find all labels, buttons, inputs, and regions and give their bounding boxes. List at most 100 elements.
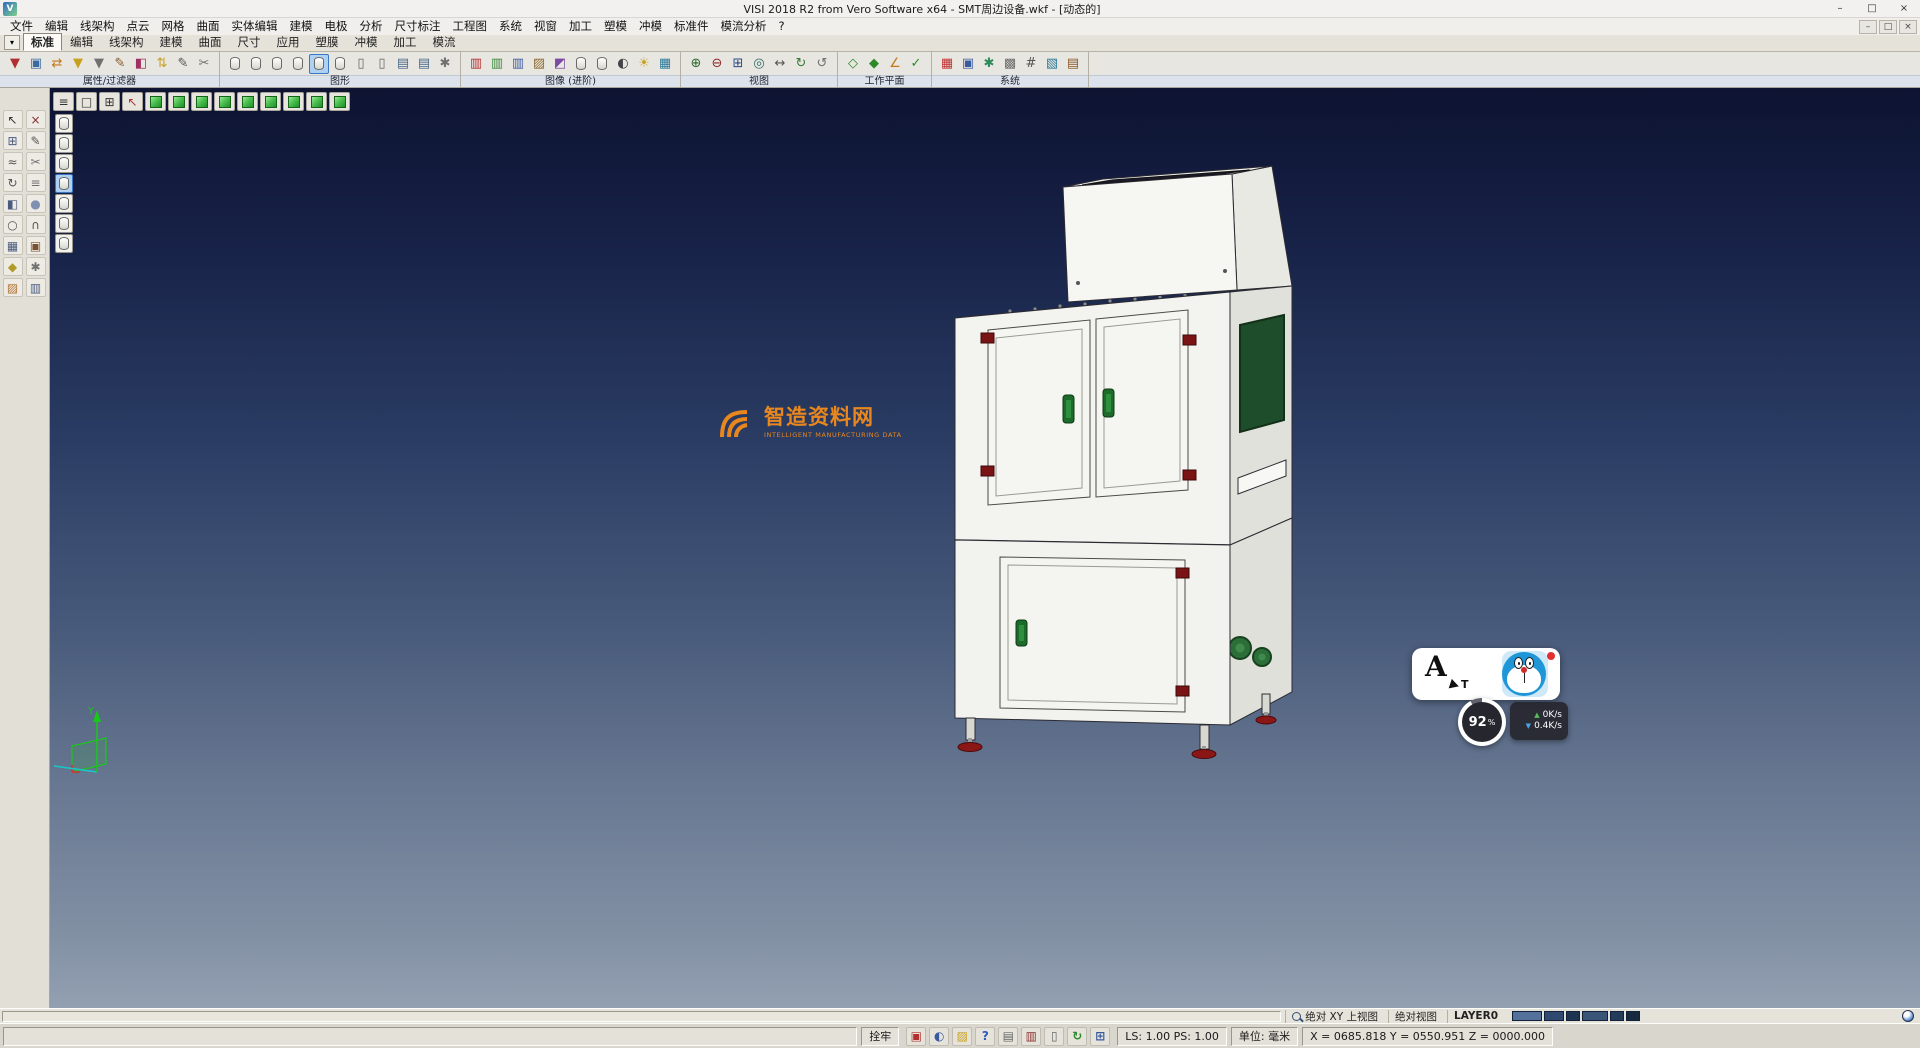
previous-view-icon[interactable]: ↺ <box>812 54 832 74</box>
view-cube-right-icon[interactable] <box>237 92 258 111</box>
tab-10[interactable]: 模流 <box>425 33 464 51</box>
quick-save-icon[interactable]: ▣ <box>906 1027 926 1046</box>
print-icon[interactable]: ▤ <box>998 1027 1018 1046</box>
tab-dropdown-button[interactable]: ▾ <box>4 35 20 50</box>
material-edit-icon[interactable]: ◩ <box>550 54 570 74</box>
render-blue-icon[interactable]: ▥ <box>508 54 528 74</box>
edit-pencil-icon[interactable]: ✎ <box>26 131 46 150</box>
filter-yellow-icon[interactable]: ▼ <box>68 54 88 74</box>
help-assistant-icon[interactable]: ? <box>975 1027 995 1046</box>
dynamic-hidden-view-icon[interactable] <box>288 54 308 74</box>
solid-box-icon[interactable]: ◧ <box>3 194 23 213</box>
annotation-icon[interactable]: ▥ <box>1021 1027 1041 1046</box>
mdi-restore-button[interactable]: □ <box>1879 20 1897 34</box>
display-mode-6-icon[interactable] <box>55 214 73 233</box>
command-input-field[interactable] <box>3 1027 857 1046</box>
view-mode-indicator[interactable]: 绝对 XY 上视图 <box>1285 1010 1384 1023</box>
mesh-tool-icon[interactable]: ▦ <box>3 236 23 255</box>
selection-mask-icon[interactable]: ▼ <box>5 54 25 74</box>
swap-filter-icon[interactable]: ⇅ <box>152 54 172 74</box>
viewport-menu-icon[interactable]: ≡ <box>53 92 74 111</box>
minimize-button[interactable]: – <box>1824 0 1856 18</box>
zoom-out-icon[interactable]: ⊖ <box>707 54 727 74</box>
workplane-angle-icon[interactable]: ∠ <box>885 54 905 74</box>
grid-toggle-icon[interactable]: ⊞ <box>1090 1027 1110 1046</box>
workplane-activate-icon[interactable]: ✓ <box>906 54 926 74</box>
assistant-widget[interactable]: A T <box>1412 648 1560 700</box>
render-green-icon[interactable]: ▥ <box>487 54 507 74</box>
lighting-icon[interactable]: ☀ <box>634 54 654 74</box>
document-info-icon[interactable]: ▯ <box>1044 1027 1064 1046</box>
sphere-icon[interactable] <box>1902 1010 1914 1022</box>
view-cube-iso-2-icon[interactable] <box>306 92 327 111</box>
display-mode-7-icon[interactable] <box>55 234 73 253</box>
background-color-icon[interactable]: ▦ <box>655 54 675 74</box>
viewport-select-icon[interactable]: ↖ <box>122 92 143 111</box>
maximize-button[interactable]: □ <box>1856 0 1888 18</box>
match-properties-icon[interactable]: ✎ <box>110 54 130 74</box>
menu-item-18[interactable]: 模流分析 <box>715 18 773 35</box>
view-cube-iso-icon[interactable] <box>145 92 166 111</box>
absolute-view-indicator[interactable]: 绝对视图 <box>1388 1010 1443 1023</box>
render-half-icon[interactable]: ◐ <box>613 54 633 74</box>
shaded-edges-view-icon[interactable] <box>309 54 329 74</box>
screen-capture-icon[interactable]: ◐ <box>929 1027 949 1046</box>
viewport-window-icon[interactable]: □ <box>76 92 97 111</box>
tab-9[interactable]: 加工 <box>386 33 425 51</box>
workplane-align-icon[interactable]: ◆ <box>864 54 884 74</box>
select-cursor-icon[interactable]: ↖ <box>3 110 23 129</box>
view-cube-front-icon[interactable] <box>168 92 189 111</box>
color-settings-icon[interactable]: ▦ <box>937 54 957 74</box>
flag-tool-icon[interactable]: ◆ <box>3 257 23 276</box>
database-icon[interactable]: ▤ <box>1063 54 1083 74</box>
tab-3[interactable]: 建模 <box>152 33 191 51</box>
zoom-in-icon[interactable]: ⊕ <box>686 54 706 74</box>
menu-item-19[interactable]: ? <box>773 18 791 35</box>
texture-map-icon[interactable]: ▨ <box>529 54 549 74</box>
zoom-fit-icon[interactable]: ◎ <box>749 54 769 74</box>
layer-manager-icon[interactable]: ▩ <box>1000 54 1020 74</box>
palette-tool-icon[interactable]: ▨ <box>3 278 23 297</box>
workplane-new-icon[interactable]: ◇ <box>843 54 863 74</box>
tab-2[interactable]: 线架构 <box>101 33 152 51</box>
menu-item-16[interactable]: 冲模 <box>633 18 668 35</box>
draft-view-icon[interactable]: ▯ <box>351 54 371 74</box>
hidden-line-view-icon[interactable] <box>267 54 287 74</box>
display-mode-4-icon[interactable] <box>55 174 73 193</box>
refresh-graphics-icon[interactable]: ✱ <box>435 54 455 74</box>
menu-item-12[interactable]: 系统 <box>493 18 528 35</box>
pan-view-icon[interactable]: ↔ <box>770 54 790 74</box>
delete-entity-icon[interactable]: × <box>26 110 46 129</box>
snap-grid-icon[interactable]: ⊞ <box>3 131 23 150</box>
menu-item-17[interactable]: 标准件 <box>668 18 715 35</box>
zoom-window-icon[interactable]: ⊞ <box>728 54 748 74</box>
tab-6[interactable]: 应用 <box>269 33 308 51</box>
display-mode-3-icon[interactable] <box>55 154 73 173</box>
grid-view-icon[interactable]: ▤ <box>393 54 413 74</box>
view-cube-top-icon[interactable] <box>260 92 281 111</box>
display-mode-1-icon[interactable] <box>55 114 73 133</box>
title-bar[interactable]: V VISI 2018 R2 from Vero Software x64 - … <box>0 0 1920 18</box>
report-icon[interactable]: ▧ <box>1042 54 1062 74</box>
property-panel-icon[interactable]: ▣ <box>26 54 46 74</box>
paper-view-icon[interactable]: ▯ <box>372 54 392 74</box>
filter-gray-icon[interactable]: ▼ <box>89 54 109 74</box>
viewport-3d[interactable]: ≡□⊞↖ 智造资料网 INTELLIGENT MANUFACTURING DAT… <box>50 88 1920 1008</box>
grid-view-2-icon[interactable]: ▤ <box>414 54 434 74</box>
menu-item-13[interactable]: 视窗 <box>528 18 563 35</box>
snap-lock-indicator[interactable]: 拴牢 <box>861 1027 899 1046</box>
tab-8[interactable]: 冲模 <box>347 33 386 51</box>
rotate-view-icon[interactable]: ↻ <box>791 54 811 74</box>
view-cube-back-icon[interactable] <box>191 92 212 111</box>
edit-attributes-icon[interactable]: ✎ <box>173 54 193 74</box>
display-mode-5-icon[interactable] <box>55 194 73 213</box>
netspeed-widget[interactable]: ▲ 0K/s ▼ 0.4K/s <box>1510 702 1568 740</box>
save-view-icon[interactable]: ▥ <box>26 278 46 297</box>
tab-1[interactable]: 编辑 <box>62 33 101 51</box>
display-mode-2-icon[interactable] <box>55 134 73 153</box>
clear-filter-icon[interactable]: ✂ <box>194 54 214 74</box>
circle-tool-icon[interactable]: ○ <box>3 215 23 234</box>
trim-tool-icon[interactable]: ✂ <box>26 152 46 171</box>
solid-sphere-icon[interactable]: ● <box>26 194 46 213</box>
refresh-sync-icon[interactable]: ↻ <box>1067 1027 1087 1046</box>
